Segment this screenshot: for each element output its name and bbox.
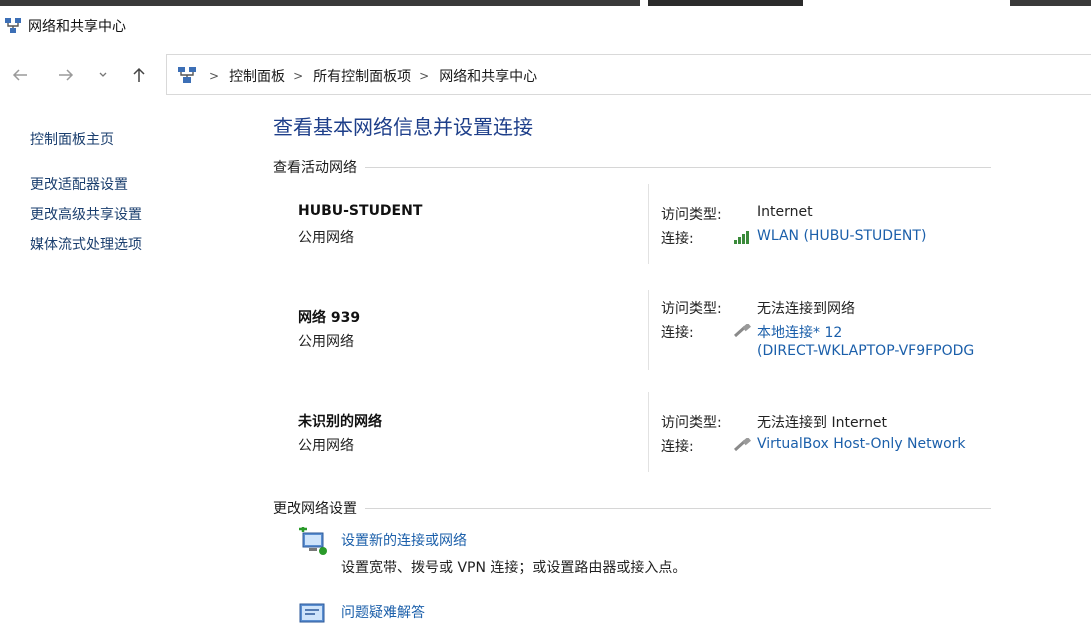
back-button[interactable] [9,64,31,86]
column-divider [648,290,649,370]
access-type-value: 无法连接到网络 [757,301,855,317]
network-category-link[interactable]: 公用网络 [298,435,354,455]
top-strip [0,0,1091,6]
arrow-right-icon [59,69,74,81]
column-divider [648,392,649,472]
setup-new-connection-link[interactable]: 设置新的连接或网络 [341,530,467,550]
section-divider [365,507,991,509]
page-title: 查看基本网络信息并设置连接 [273,115,533,139]
arrow-left-icon [12,69,27,81]
control-panel-icon [178,67,196,83]
network-category-link[interactable]: 公用网络 [298,227,354,247]
address-bar[interactable]: > 控制面板 > 所有控制面板项 > 网络和共享中心 [166,54,1091,95]
access-type-label: 访问类型: [661,415,722,431]
chevron-right-icon: > [209,69,220,83]
network-name: 未识别的网络 [298,414,382,430]
access-type-value: Internet [757,204,813,220]
network-center-icon [5,18,21,33]
chevron-right-icon[interactable]: > [293,69,303,83]
breadcrumb-all-items[interactable]: 所有控制面板项 [313,66,411,86]
chevron-right-icon[interactable]: > [419,69,429,83]
connections-label: 连接: [661,325,694,341]
sidebar-item-adapter-settings[interactable]: 更改适配器设置 [30,174,128,194]
breadcrumb: > 控制面板 > 所有控制面板项 > 网络和共享中心 [205,66,541,86]
connection-link-wlan[interactable]: WLAN (HUBU-STUDENT) [757,228,926,244]
change-settings-label: 更改网络设置 [273,501,357,517]
connections-label: 连接: [661,231,694,247]
sidebar-item-control-panel-home[interactable]: 控制面板主页 [30,129,114,149]
wifi-signal-icon [734,231,749,244]
chevron-down-icon [99,72,107,77]
connection-link-local-line2[interactable]: (DIRECT-WKLAPTOP-VF9FPODG [757,343,974,359]
up-button[interactable] [128,64,150,86]
recent-locations-button[interactable] [92,64,114,86]
sidebar-item-media-streaming[interactable]: 媒体流式处理选项 [30,234,142,254]
window-title: 网络和共享中心 [28,19,126,35]
access-type-label: 访问类型: [661,301,722,317]
new-connection-icon [299,527,327,555]
active-networks-header: 查看活动网络 [273,157,991,177]
network-category-link[interactable]: 公用网络 [298,331,354,351]
active-networks-label: 查看活动网络 [273,160,357,176]
troubleshoot-link[interactable]: 问题疑难解答 [341,602,425,622]
navigation-bar: > 控制面板 > 所有控制面板项 > 网络和共享中心 [0,52,1091,98]
breadcrumb-control-panel[interactable]: 控制面板 [229,66,285,86]
forward-button[interactable] [55,64,77,86]
breadcrumb-network-center[interactable]: 网络和共享中心 [439,66,537,86]
ethernet-cable-icon [733,324,751,338]
access-type-label: 访问类型: [661,207,722,223]
network-name: 网络 939 [298,310,361,326]
change-settings-header: 更改网络设置 [273,498,991,518]
connections-label: 连接: [661,439,694,455]
access-type-value: 无法连接到 Internet [757,415,888,431]
sidebar-item-advanced-sharing[interactable]: 更改高级共享设置 [30,204,142,224]
title-bar: 网络和共享中心 [0,10,1091,42]
section-divider [365,166,991,168]
setup-new-connection-desc: 设置宽带、拨号或 VPN 连接；或设置路由器或接入点。 [341,560,687,576]
connection-link-local[interactable]: 本地连接* 12 [757,322,842,342]
column-divider [648,184,649,264]
connection-link-virtualbox[interactable]: VirtualBox Host-Only Network [757,436,966,452]
network-name: HUBU-STUDENT [298,203,423,219]
arrow-up-icon [133,67,145,82]
ethernet-cable-icon [733,438,751,452]
